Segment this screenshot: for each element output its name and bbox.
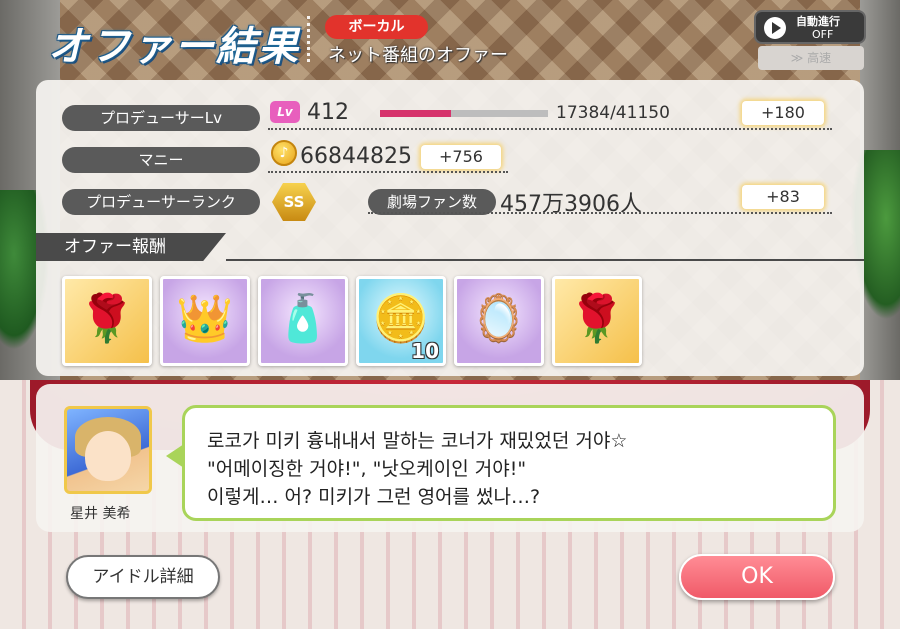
hand-mirror-icon: 🪞 bbox=[470, 291, 528, 345]
rewards-header-line bbox=[226, 259, 864, 261]
offer-subtitle: ネット番組のオファー bbox=[328, 45, 508, 66]
lv-icon: Lv bbox=[270, 101, 300, 123]
page-title: オファー結果 bbox=[48, 24, 300, 70]
row-divider bbox=[368, 212, 832, 214]
dialogue-line: 로코가 미키 흉내내서 말하는 코너가 재밌었던 거야☆ bbox=[207, 430, 628, 452]
avatar-face bbox=[85, 431, 131, 481]
character-avatar[interactable] bbox=[64, 406, 152, 494]
rewards-header: オファー報酬 bbox=[36, 233, 226, 261]
producer-lv-gain: +180 bbox=[742, 101, 824, 125]
producer-lv-label: プロデューサーLv bbox=[62, 105, 260, 131]
idol-detail-button[interactable]: アイドル詳細 bbox=[66, 555, 220, 599]
play-icon bbox=[764, 17, 786, 39]
header: オファー結果 ボーカル ネット番組のオファー bbox=[34, 8, 684, 70]
category-badge: ボーカル bbox=[325, 15, 428, 39]
money-gain: +756 bbox=[421, 145, 501, 169]
xp-progress-bar bbox=[380, 110, 548, 117]
reward-item-5[interactable]: 🪞 bbox=[454, 276, 544, 366]
reward-item-2[interactable]: 👑 bbox=[160, 276, 250, 366]
money-value: 66844825 bbox=[300, 144, 412, 169]
reward-item-1[interactable]: 🌹 bbox=[62, 276, 152, 366]
dialogue-line: "어메이징한 거야!", "낫오케이인 거야!" bbox=[207, 458, 527, 480]
row-divider bbox=[268, 171, 508, 173]
auto-progress-state: OFF bbox=[812, 28, 834, 41]
coins-icon: 🪙 bbox=[372, 291, 430, 345]
crown-icon: 👑 bbox=[176, 291, 234, 345]
ok-button[interactable]: OK bbox=[679, 554, 835, 600]
reward-item-3[interactable]: 🧴 bbox=[258, 276, 348, 366]
reward-item-4[interactable]: 🪙 10 bbox=[356, 276, 446, 366]
auto-progress-button[interactable]: 自動進行 OFF bbox=[754, 10, 866, 44]
speech-bubble: 로코가 미키 흉내내서 말하는 코너가 재밌었던 거야☆ "어메이징한 거야!"… bbox=[182, 405, 836, 521]
producer-lv-value: 412 bbox=[307, 100, 349, 125]
fans-gain: +83 bbox=[742, 185, 824, 209]
xp-progress-fill bbox=[380, 110, 451, 117]
xp-text: 17384/41150 bbox=[556, 103, 670, 123]
speed-button[interactable]: ≫ 高速 bbox=[758, 46, 864, 70]
reward-item-6[interactable]: 🌹 bbox=[552, 276, 642, 366]
producer-rank-label: プロデューサーランク bbox=[62, 189, 260, 215]
character-name: 星井 美希 bbox=[70, 506, 131, 522]
row-divider bbox=[268, 128, 832, 130]
money-label: マニー bbox=[62, 147, 260, 173]
title-divider bbox=[307, 16, 310, 62]
rose-icon: 🌹 bbox=[568, 291, 626, 345]
auto-progress-label: 自動進行 bbox=[796, 15, 840, 28]
rose-icon: 🌹 bbox=[78, 291, 136, 345]
dialogue-line: 이렇게… 어? 미키가 그런 영어를 썼나…? bbox=[207, 486, 541, 508]
reward-count: 10 bbox=[411, 339, 439, 363]
perfume-icon: 🧴 bbox=[274, 291, 332, 345]
coin-icon: ♪ bbox=[271, 140, 297, 166]
